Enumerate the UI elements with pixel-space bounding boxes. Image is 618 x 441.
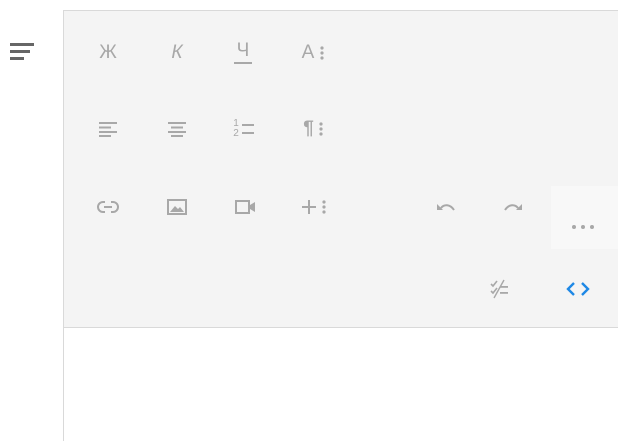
align-left-icon xyxy=(99,122,117,137)
font-label: A xyxy=(301,42,315,63)
hamburger-icon xyxy=(10,43,34,60)
more-vertical-icon xyxy=(320,46,324,60)
insert-video-button[interactable] xyxy=(229,191,263,223)
code-view-icon xyxy=(566,282,590,296)
spellcheck-button[interactable] xyxy=(484,273,516,305)
video-icon xyxy=(235,200,255,214)
image-icon xyxy=(167,199,187,215)
paragraph-options-button[interactable]: ¶ xyxy=(296,113,332,145)
italic-button[interactable]: К xyxy=(161,37,193,69)
underline-button[interactable]: Ч xyxy=(227,37,259,69)
plus-icon xyxy=(301,200,316,214)
bold-button[interactable]: Ж xyxy=(92,37,124,69)
more-vertical-icon xyxy=(321,200,326,214)
more-horizontal-icon xyxy=(572,225,594,229)
code-view-button[interactable] xyxy=(561,273,595,305)
font-options-button[interactable]: A xyxy=(294,37,334,69)
editor-content-area[interactable] xyxy=(64,328,618,441)
underline-label: Ч xyxy=(236,40,250,61)
insert-link-button[interactable] xyxy=(91,191,125,223)
redo-icon xyxy=(504,204,522,211)
secondary-toolbar xyxy=(64,249,618,328)
paragraph-label: ¶ xyxy=(303,118,314,139)
undo-button[interactable] xyxy=(429,191,463,223)
list-number-bottom: 2 xyxy=(233,128,239,139)
hamburger-menu-button[interactable] xyxy=(8,40,36,64)
underline-bar xyxy=(234,62,252,64)
more-options-button[interactable] xyxy=(551,186,618,249)
ordered-list-button[interactable]: 1 2 xyxy=(227,113,261,145)
insert-more-button[interactable] xyxy=(296,191,332,223)
align-center-button[interactable] xyxy=(161,113,193,145)
link-icon xyxy=(97,201,119,213)
align-left-button[interactable] xyxy=(92,113,124,145)
spellcheck-icon xyxy=(490,279,508,299)
ordered-list-icon xyxy=(241,124,254,134)
ordered-list-numbers: 1 2 xyxy=(233,119,239,139)
undo-icon xyxy=(437,204,455,211)
formatting-toolbar: Ж К Ч A 1 2 ¶ xyxy=(64,11,618,249)
more-vertical-icon xyxy=(319,122,323,136)
insert-image-button[interactable] xyxy=(160,191,194,223)
redo-button[interactable] xyxy=(496,191,530,223)
editor-panel: Ж К Ч A 1 2 ¶ xyxy=(63,10,618,441)
align-center-icon xyxy=(168,122,186,137)
